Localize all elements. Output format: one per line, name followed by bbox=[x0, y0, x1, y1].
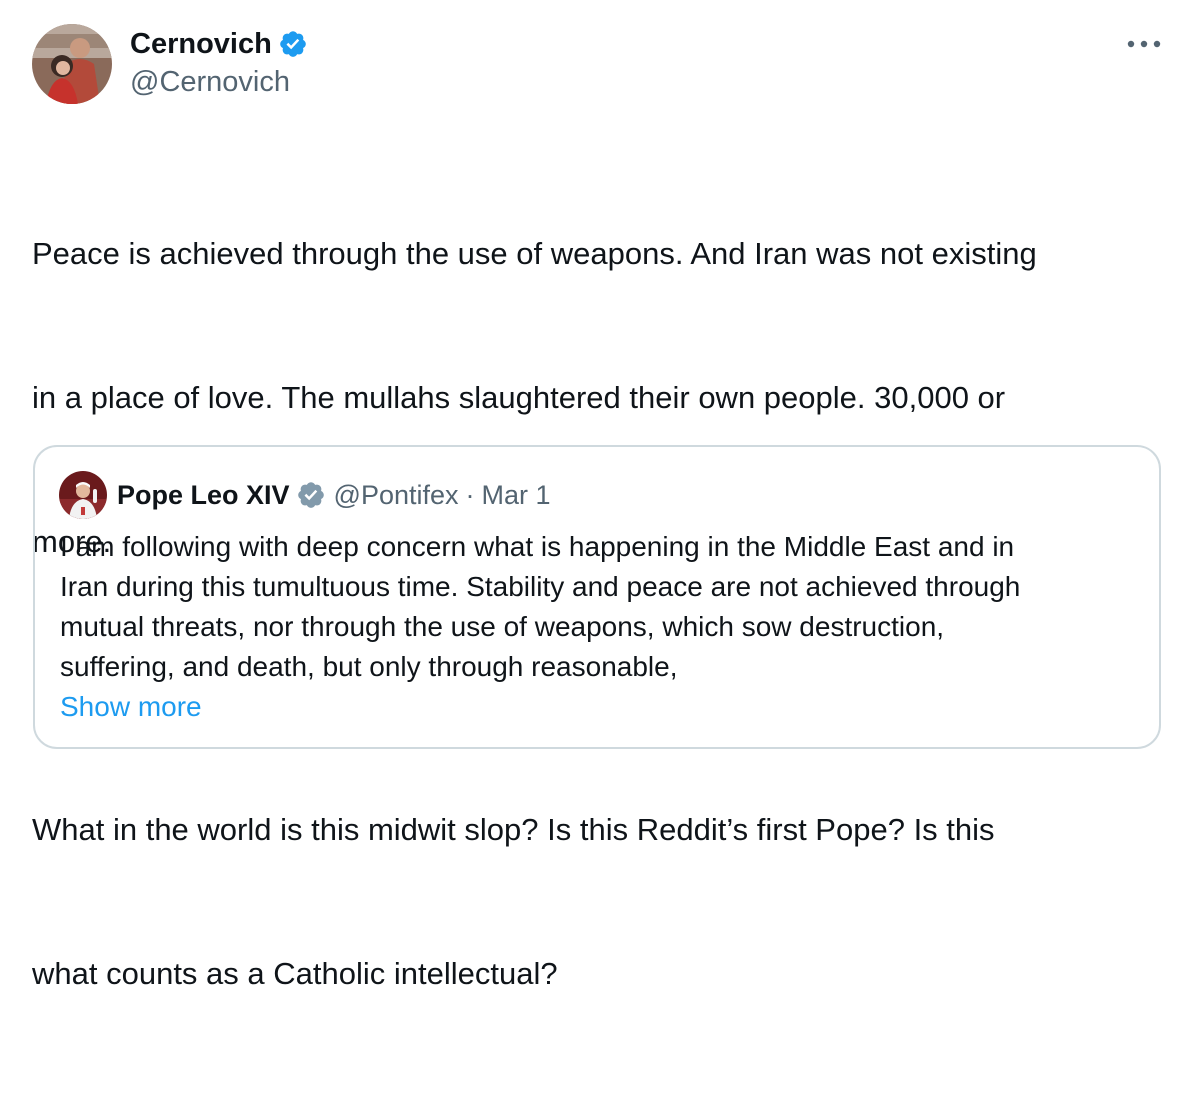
tweet-text-line: What in the world is this midwit slop? I… bbox=[32, 812, 995, 847]
quoted-text-line: I am following with deep concern what is… bbox=[60, 531, 1015, 562]
author-handle[interactable]: @Cernovich bbox=[130, 66, 290, 99]
gray-verified-badge-icon[interactable] bbox=[296, 480, 326, 510]
quoted-tweet-date[interactable]: Mar 1 bbox=[482, 480, 551, 511]
quoted-tweet-text: I am following with deep concern what is… bbox=[60, 527, 1150, 687]
quoted-author-avatar[interactable] bbox=[59, 471, 107, 519]
tweet: Cernovich @Cernovich Peace is achieved t… bbox=[0, 0, 1196, 991]
author-display-name[interactable]: Cernovich bbox=[130, 28, 272, 61]
show-more-link[interactable]: Show more bbox=[60, 687, 202, 727]
more-horizontal-icon[interactable] bbox=[1124, 30, 1164, 58]
quoted-author-display-name[interactable]: Pope Leo XIV bbox=[117, 480, 290, 511]
tweet-text-line: in a place of love. The mullahs slaughte… bbox=[32, 380, 1006, 415]
verified-badge-icon[interactable] bbox=[278, 29, 308, 59]
author-avatar[interactable] bbox=[32, 24, 112, 104]
quoted-text-line: Iran during this tumultuous time. Stabil… bbox=[60, 571, 1021, 602]
quoted-tweet-card[interactable]: Pope Leo XIV @Pontifex · Mar 1 I am foll… bbox=[33, 445, 1161, 749]
quoted-text-line: mutual threats, nor through the use of w… bbox=[60, 611, 945, 642]
separator-dot: · bbox=[465, 479, 475, 510]
tweet-text-line: Peace is achieved through the use of wea… bbox=[32, 236, 1037, 271]
author-name-row: Cernovich bbox=[130, 26, 308, 62]
quoted-text-line: suffering, and death, but only through r… bbox=[60, 651, 678, 682]
quoted-tweet-header: Pope Leo XIV @Pontifex · Mar 1 bbox=[117, 477, 551, 513]
tweet-text-line: what counts as a Catholic intellectual? bbox=[32, 956, 558, 991]
quoted-author-handle[interactable]: @Pontifex bbox=[334, 480, 459, 511]
